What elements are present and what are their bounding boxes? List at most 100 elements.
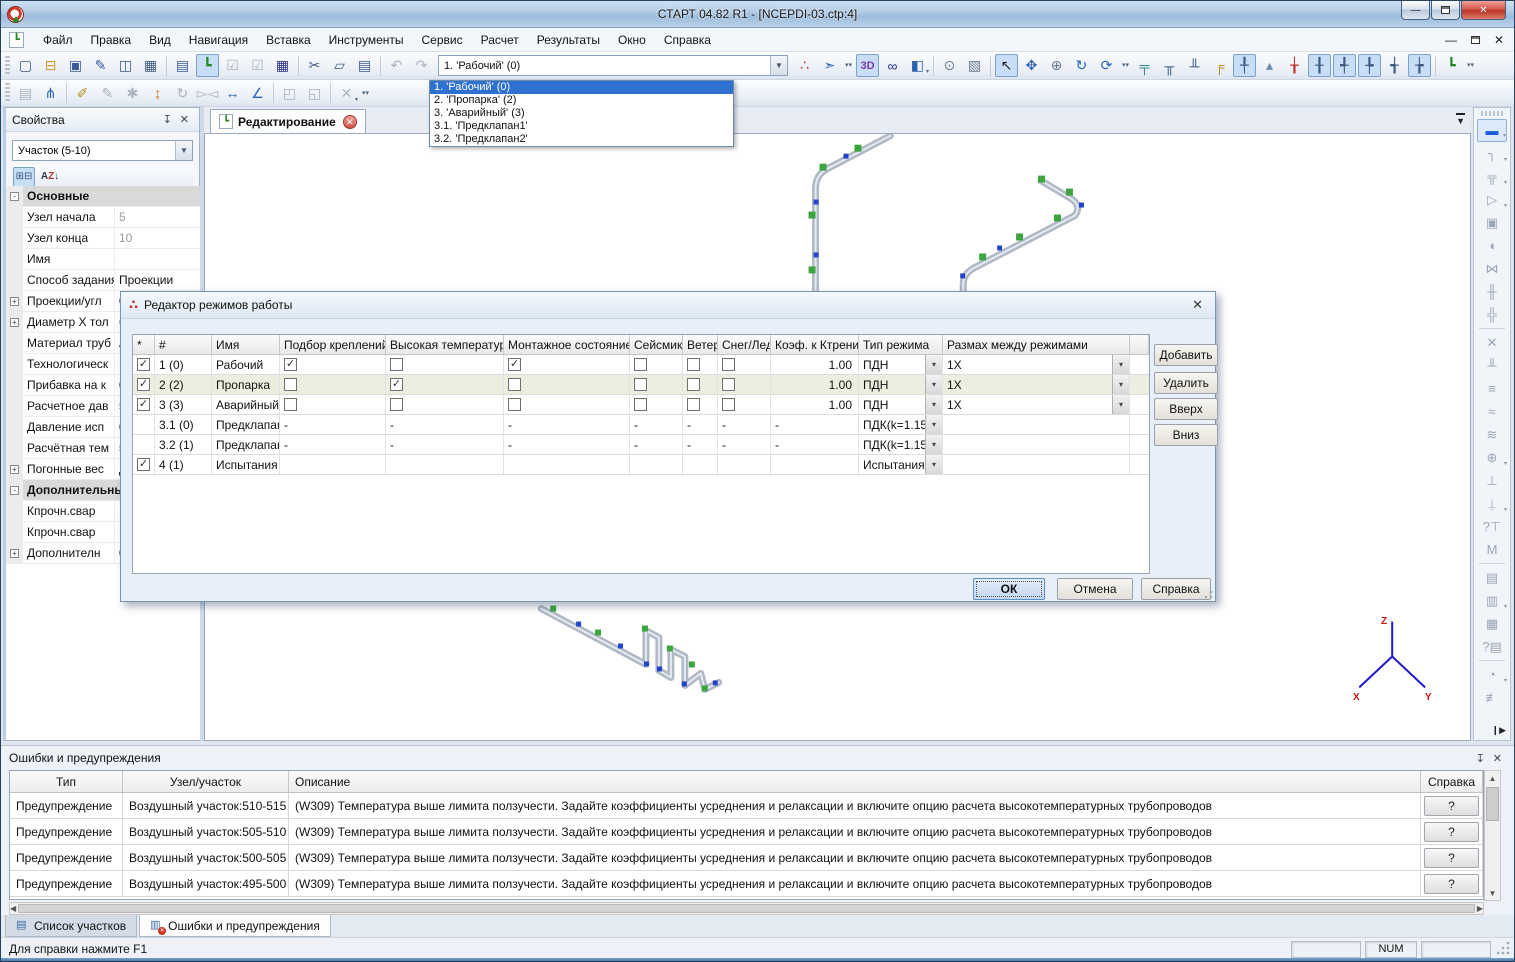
save-icon[interactable]: ▣ xyxy=(64,54,87,77)
model-tree-icon[interactable]: ⋔ xyxy=(39,82,62,105)
anchor-support-tool-icon[interactable]: ╨ xyxy=(1477,354,1507,377)
erection-state-checkbox[interactable]: ✓ xyxy=(508,358,521,371)
scroll-up-icon[interactable]: ▲ xyxy=(1489,771,1497,785)
high-temperature-cell[interactable]: - xyxy=(386,415,504,434)
rotate-element-icon[interactable]: ↻ xyxy=(171,82,194,105)
chevron-down-icon[interactable]: ▾ xyxy=(925,435,942,454)
damper-tool-icon[interactable]: M xyxy=(1477,538,1507,561)
chevron-down-icon[interactable]: ▾ xyxy=(1503,132,1506,139)
spring-hanger-tool-icon[interactable]: ≋ xyxy=(1477,423,1507,446)
mode-row[interactable]: ✓2 (2)Пропарка✓1.00ПДН▾1X▾ xyxy=(133,375,1149,395)
friction-coef[interactable]: - xyxy=(771,415,859,434)
property-row[interactable]: Способ заданияПроекции xyxy=(6,270,201,291)
erection-state-checkbox[interactable] xyxy=(508,378,521,391)
fitting-tool-icon[interactable]: ╬ xyxy=(1477,303,1507,326)
property-row[interactable]: Имя xyxy=(6,249,201,270)
friction-coef[interactable]: 1.00 xyxy=(771,355,859,374)
menu-Окно[interactable]: Окно xyxy=(609,30,655,50)
erection-state-cell[interactable] xyxy=(504,455,630,474)
elbow-tool-icon[interactable]: ╮▾ xyxy=(1477,142,1507,165)
print-icon[interactable]: ▦ xyxy=(139,54,162,77)
support-selection-cell[interactable] xyxy=(280,375,386,394)
redo-icon[interactable]: ↷ xyxy=(410,54,433,77)
half-pipe-tool-icon[interactable]: ◖ xyxy=(1477,234,1507,257)
bellows-tool-icon[interactable]: ▤ xyxy=(1477,566,1507,589)
modes-column-header[interactable]: Сейсмика xyxy=(630,335,683,354)
high-temperature-checkbox[interactable]: ✓ xyxy=(390,378,403,391)
flanged-valve-tool-icon[interactable]: ╫ xyxy=(1477,280,1507,303)
errors-column-header[interactable]: Узел/участок xyxy=(123,771,289,792)
wind-cell[interactable] xyxy=(683,355,718,374)
delete-button[interactable]: Удалить xyxy=(1154,372,1218,394)
modes-column-header[interactable]: Подбор креплений xyxy=(280,335,386,354)
support-tool-5-icon[interactable]: ╀ xyxy=(1233,54,1256,77)
support-tool-8-icon[interactable]: ╂ xyxy=(1308,54,1331,77)
active-cell[interactable]: ✓ xyxy=(133,395,155,414)
select-cursor-icon[interactable]: ↖ xyxy=(995,54,1018,77)
modes-column-header[interactable]: Имя xyxy=(212,335,280,354)
seismic-checkbox[interactable] xyxy=(634,398,647,411)
warning-row[interactable]: ПредупреждениеВоздушный участок:505-510(… xyxy=(10,819,1483,845)
ok-button[interactable]: ОК xyxy=(973,578,1045,600)
modes-column-header[interactable]: Монтажное состояние xyxy=(504,335,630,354)
mode-row[interactable]: ✓3 (3)Аварийный1.00ПДН▾1X▾ xyxy=(133,395,1149,415)
chevron-down-icon[interactable]: ▾ xyxy=(1504,506,1507,513)
group-paste-icon[interactable]: ◱ xyxy=(303,82,326,105)
active-cell[interactable] xyxy=(133,415,155,434)
mode-option[interactable]: 3.2. 'Предклапан2' xyxy=(430,133,733,146)
chevron-down-icon[interactable]: ▾ xyxy=(1112,355,1129,374)
mode-type-select[interactable]: ПДН▾ xyxy=(859,355,943,374)
support-selection-cell[interactable]: ✓ xyxy=(280,355,386,374)
mode-span-select[interactable]: 1X▾ xyxy=(943,375,1130,394)
support-tool-10-icon[interactable]: ╄ xyxy=(1358,54,1381,77)
toolbar-overflow-icon[interactable]: ▾▾ xyxy=(1464,54,1477,77)
property-value[interactable]: 10 xyxy=(115,228,201,248)
chevron-down-icon[interactable]: ▾ xyxy=(1504,202,1507,209)
chevron-down-icon[interactable]: ▾ xyxy=(1112,395,1129,414)
dimension-icon[interactable]: ↔ xyxy=(221,82,244,105)
pin-icon[interactable]: ↧ xyxy=(159,113,176,126)
dialog-title-bar[interactable]: ∴ Редактор режимов работы ✕ xyxy=(121,292,1215,319)
mode-combobox[interactable]: 1. 'Рабочий' (0)▼ xyxy=(438,55,788,76)
menu-Расчет[interactable]: Расчет xyxy=(472,30,528,50)
seismic-checkbox[interactable] xyxy=(634,378,647,391)
snow-ice-checkbox[interactable] xyxy=(722,358,735,371)
erection-state-cell[interactable]: ✓ xyxy=(504,355,630,374)
toolbar-overflow-icon[interactable]: ▾▾ xyxy=(1119,54,1132,77)
pan-icon[interactable]: ✥ xyxy=(1020,54,1043,77)
tab-close-icon[interactable]: ✕ xyxy=(343,115,357,129)
add-button[interactable]: Добавить xyxy=(1154,344,1218,366)
modes-editor-icon[interactable]: ∴ xyxy=(793,54,816,77)
property-value[interactable]: Проекции xyxy=(115,270,201,290)
warning-row[interactable]: ПредупреждениеВоздушный участок:510-515(… xyxy=(10,793,1483,819)
scroll-thumb[interactable] xyxy=(1486,787,1499,821)
mode-name[interactable]: Предклапан1 xyxy=(212,415,280,434)
mode-row[interactable]: ✓1 (0)Рабочий✓✓1.00ПДН▾1X▾ xyxy=(133,355,1149,375)
high-temperature-checkbox[interactable] xyxy=(390,358,403,371)
valve-tool-icon[interactable]: ⋈ xyxy=(1477,257,1507,280)
erection-state-cell[interactable] xyxy=(504,375,630,394)
zoom-icon[interactable]: ⊕ xyxy=(1045,54,1068,77)
friction-coef[interactable]: 1.00 xyxy=(771,375,859,394)
chevron-down-icon[interactable]: ▾ xyxy=(926,68,929,75)
friction-coef[interactable]: - xyxy=(771,435,859,454)
wind-checkbox[interactable] xyxy=(687,378,700,391)
chevron-down-icon[interactable]: ▾ xyxy=(925,415,942,434)
pipe-tool-icon[interactable]: ▬▾ xyxy=(1477,119,1507,142)
undo-icon[interactable]: ↶ xyxy=(385,54,408,77)
check-model-icon[interactable]: ☑ xyxy=(221,54,244,77)
bottom-tab-sections[interactable]: ▤Список участков xyxy=(5,915,137,937)
errors-column-header[interactable]: Справка xyxy=(1421,771,1483,792)
rotate-view-icon[interactable]: ↻ xyxy=(1070,54,1093,77)
zoom-extents-icon[interactable]: ▧ xyxy=(963,54,986,77)
support-tool-6-icon[interactable]: ▴ xyxy=(1258,54,1281,77)
paste-icon[interactable]: ▤ xyxy=(353,54,376,77)
snow-ice-cell[interactable] xyxy=(718,395,771,414)
view-3d-icon[interactable]: 3D xyxy=(856,54,879,77)
child-restore-button[interactable] xyxy=(1471,36,1480,44)
tee-tool-icon[interactable]: ╦▾ xyxy=(1477,165,1507,188)
mode-option[interactable]: 3. 'Аварийный' (3) xyxy=(430,107,733,120)
snow-ice-cell[interactable] xyxy=(718,455,771,474)
seismic-cell[interactable]: - xyxy=(630,435,683,454)
high-temperature-cell[interactable] xyxy=(386,395,504,414)
